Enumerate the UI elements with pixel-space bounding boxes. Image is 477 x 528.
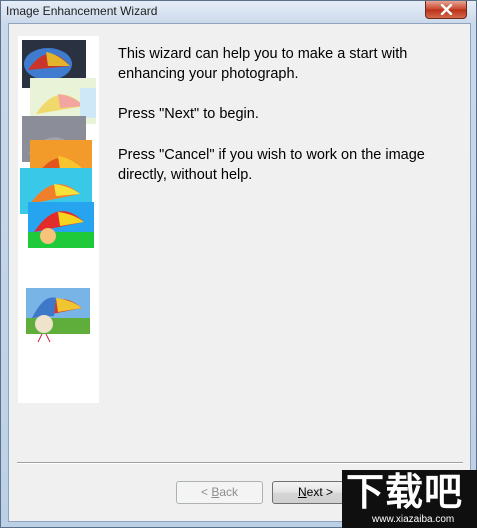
wizard-page: This wizard can help you to make a start…	[8, 23, 471, 522]
window-title: Image Enhancement Wizard	[6, 4, 158, 18]
back-rest: ack	[219, 485, 239, 499]
close-button[interactable]	[425, 1, 467, 19]
site-watermark: 下载吧 www.xiazaiba.com	[342, 470, 477, 528]
next-accel: N	[297, 485, 307, 499]
next-rest: ext >	[306, 485, 334, 499]
back-prefix: <	[200, 485, 212, 499]
intro-text: This wizard can help you to make a start…	[118, 46, 408, 82]
cancel-instruction: Press "Cancel" if you wish to work on th…	[118, 147, 425, 183]
back-button[interactable]: < Back	[176, 481, 263, 504]
watermark-logo: 下载吧	[346, 470, 464, 514]
watermark-url: www.xiazaiba.com	[372, 514, 455, 525]
close-icon	[440, 4, 453, 15]
next-instruction: Press "Next" to begin.	[118, 106, 259, 122]
title-bar[interactable]: Image Enhancement Wizard	[1, 1, 476, 23]
button-divider	[17, 462, 463, 464]
wizard-side-image	[18, 36, 99, 403]
umbrella-collage-image	[20, 40, 96, 343]
wizard-window: Image Enhancement Wizard This wizard can…	[0, 0, 477, 528]
